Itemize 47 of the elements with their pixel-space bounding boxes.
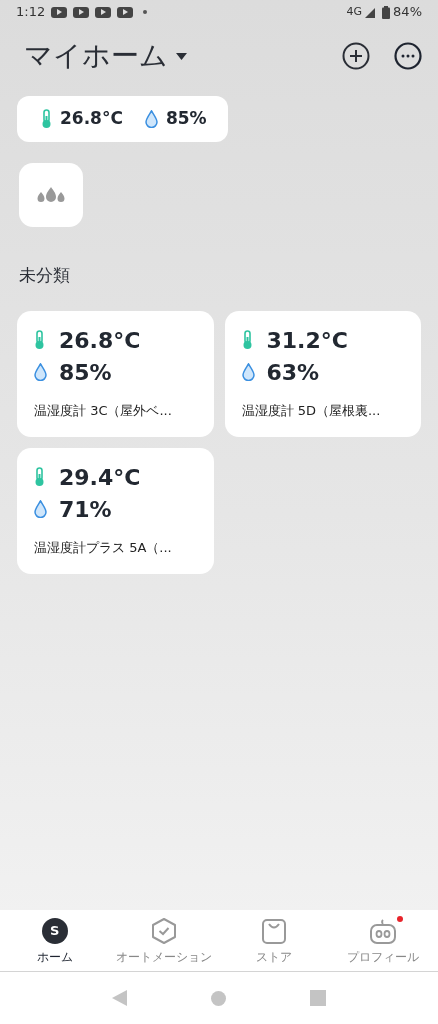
device-card[interactable]: 31.2°C 63% 温湿度計 5D（屋根裏... bbox=[224, 311, 421, 437]
water-drops-icon bbox=[36, 186, 66, 204]
caret-icon bbox=[176, 52, 187, 60]
thermometer-icon bbox=[34, 467, 45, 487]
device-temperature: 31.2°C bbox=[266, 326, 348, 355]
robot-icon bbox=[369, 916, 398, 945]
device-temperature: 26.8°C bbox=[59, 326, 141, 355]
video-notification-icon bbox=[95, 6, 112, 18]
video-notification-icon bbox=[51, 6, 68, 18]
thermometer-icon bbox=[241, 330, 253, 350]
home-selector[interactable]: マイホーム bbox=[24, 35, 187, 77]
video-notification-icon bbox=[73, 6, 90, 18]
device-card[interactable]: 29.4°C 71% 温湿度計プラス 5A（... bbox=[17, 448, 214, 574]
water-drop-icon bbox=[34, 500, 47, 518]
device-name: 温湿度計 3C（屋外ベ... bbox=[34, 402, 173, 420]
video-notification-icon bbox=[117, 6, 134, 18]
device-name: 温湿度計プラス 5A（... bbox=[34, 539, 173, 557]
battery-level: 84% bbox=[393, 3, 422, 22]
summary-temperature: 26.8°C bbox=[60, 107, 123, 131]
add-icon[interactable] bbox=[342, 42, 370, 70]
water-drop-icon bbox=[34, 363, 47, 381]
nav-tab[interactable]: オートメーション bbox=[109, 910, 219, 971]
thermometer-icon bbox=[41, 109, 52, 129]
device-humidity: 63% bbox=[266, 358, 320, 387]
thermometer-icon bbox=[34, 330, 45, 350]
device-humidity: 71% bbox=[59, 495, 112, 524]
summary-humidity: 85% bbox=[165, 107, 207, 131]
shopping-bag-icon bbox=[260, 916, 287, 945]
status-time: 1:12 bbox=[16, 3, 46, 22]
network-type: 4G bbox=[346, 3, 363, 20]
home-logo-icon: S bbox=[41, 917, 68, 944]
water-drop-icon bbox=[241, 363, 255, 381]
more-icon[interactable] bbox=[394, 42, 422, 70]
nav-tab[interactable]: S ホーム bbox=[0, 910, 110, 971]
back-icon[interactable] bbox=[111, 990, 128, 1006]
device-humidity: 85% bbox=[59, 358, 112, 387]
battery-icon bbox=[382, 5, 391, 19]
nav-tab[interactable]: ストア bbox=[219, 910, 329, 971]
device-temperature: 29.4°C bbox=[59, 463, 141, 492]
recents-square-icon[interactable] bbox=[310, 990, 327, 1006]
hexagon-check-icon bbox=[150, 916, 179, 945]
nav-tab[interactable]: プロフィール bbox=[328, 910, 438, 971]
section-title: 未分類 bbox=[19, 264, 71, 287]
humidity-tile[interactable] bbox=[19, 163, 83, 227]
water-drop-icon bbox=[144, 110, 158, 128]
device-card[interactable]: 26.8°C 85% 温湿度計 3C（屋外ベ... bbox=[17, 311, 214, 437]
device-name: 温湿度計 5D（屋根裏... bbox=[241, 402, 382, 420]
